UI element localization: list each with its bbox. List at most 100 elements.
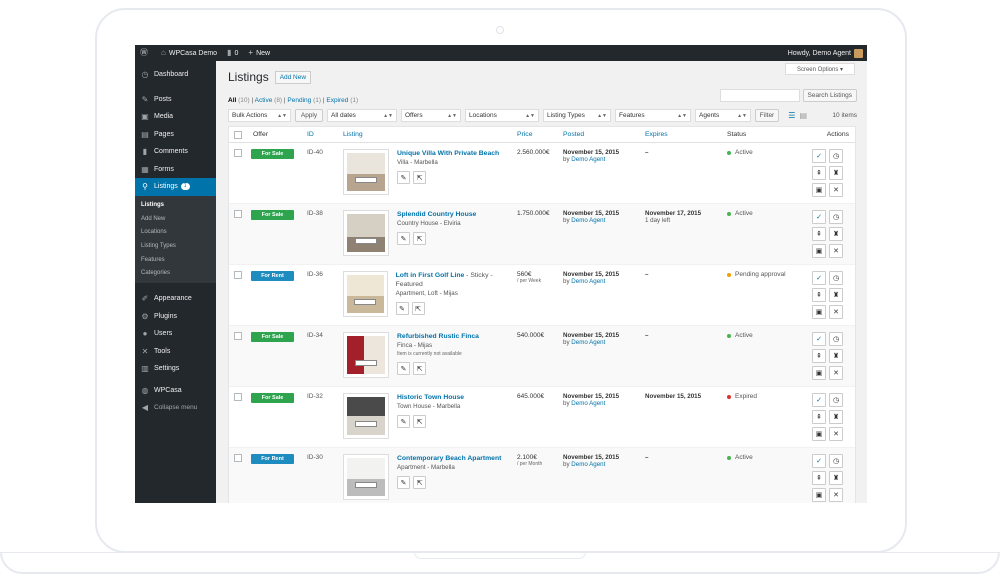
clock-icon[interactable]: ◷ [829, 332, 843, 346]
pin-icon[interactable]: ⇞ [812, 349, 826, 363]
apply-button[interactable]: Apply [295, 109, 323, 122]
dates-select[interactable]: All dates ▲▼ [327, 109, 397, 122]
listing-types-select[interactable]: Listing Types ▲▼ [543, 109, 611, 122]
sidebar-item-comments[interactable]: ▮ Comments [135, 143, 216, 161]
featured-icon[interactable]: ♜ [829, 227, 843, 241]
lock-icon[interactable]: ▣ [812, 305, 826, 319]
listing-thumbnail[interactable] [343, 210, 389, 256]
row-checkbox[interactable] [234, 393, 242, 401]
edit-icon[interactable]: ✎ [395, 302, 409, 315]
filter-button[interactable]: Filter [755, 109, 779, 122]
clock-icon[interactable]: ◷ [829, 271, 843, 285]
excerpt-view-icon[interactable]: ▤ [799, 111, 807, 120]
submenu-item[interactable]: Add New [135, 212, 216, 226]
close-icon[interactable]: ✕ [829, 427, 843, 441]
listing-thumbnail[interactable] [343, 454, 389, 500]
lock-icon[interactable]: ▣ [812, 244, 826, 258]
view-link-expired[interactable]: Expired [326, 97, 348, 104]
view-link-active[interactable]: Active [255, 97, 273, 104]
sidebar-item-wpcasa[interactable]: ◍ WPCasa [135, 382, 216, 400]
sidebar-item-tools[interactable]: ✕ Tools [135, 343, 216, 361]
close-icon[interactable]: ✕ [829, 488, 843, 502]
row-checkbox[interactable] [234, 210, 242, 218]
lock-icon[interactable]: ▣ [812, 488, 826, 502]
listing-thumbnail[interactable] [343, 271, 388, 317]
row-checkbox[interactable] [234, 332, 242, 340]
column-price[interactable]: Price [517, 131, 563, 138]
sidebar-item-plugins[interactable]: ⚙ Plugins [135, 308, 216, 326]
listing-title-link[interactable]: Contemporary Beach Apartment [397, 455, 501, 462]
bulk-actions-select[interactable]: Bulk Actions ▲▼ [228, 109, 291, 122]
add-new-button[interactable]: Add New [274, 70, 312, 84]
account-menu[interactable]: Howdy, Demo Agent [788, 48, 867, 58]
column-id[interactable]: ID [307, 131, 343, 138]
view-link-pending[interactable]: Pending [287, 97, 311, 104]
featured-icon[interactable]: ♜ [829, 410, 843, 424]
site-name-link[interactable]: ⌂ WPCasa Demo [156, 45, 222, 61]
listing-title-link[interactable]: Splendid Country House [397, 211, 476, 218]
listing-title-link[interactable]: Refurbished Rustic Finca [397, 333, 479, 340]
search-input[interactable] [719, 89, 800, 102]
agents-select[interactable]: Agents ▲▼ [695, 109, 751, 122]
submenu-item[interactable]: Listing Types [135, 239, 216, 253]
external-link-icon[interactable]: ⇱ [413, 171, 426, 184]
approve-icon[interactable]: ✓ [812, 149, 826, 163]
new-content-link[interactable]: + New [243, 45, 275, 61]
external-link-icon[interactable]: ⇱ [411, 302, 425, 315]
pin-icon[interactable]: ⇞ [812, 166, 826, 180]
pin-icon[interactable]: ⇞ [812, 288, 826, 302]
lock-icon[interactable]: ▣ [812, 183, 826, 197]
agent-link[interactable]: Demo Agent [571, 461, 605, 468]
edit-icon[interactable]: ✎ [397, 232, 410, 245]
offers-select[interactable]: Offers ▲▼ [401, 109, 461, 122]
close-icon[interactable]: ✕ [829, 244, 843, 258]
agent-link[interactable]: Demo Agent [571, 156, 605, 163]
sidebar-item-dashboard[interactable]: ◷ Dashboard [135, 66, 216, 84]
listing-thumbnail[interactable] [343, 332, 389, 378]
listing-title-link[interactable]: Loft in First Golf Line [396, 272, 465, 279]
pin-icon[interactable]: ⇞ [812, 410, 826, 424]
submenu-item[interactable]: Categories [135, 266, 216, 280]
featured-icon[interactable]: ♜ [829, 288, 843, 302]
agent-link[interactable]: Demo Agent [571, 339, 605, 346]
featured-icon[interactable]: ♜ [829, 349, 843, 363]
sidebar-item-listings[interactable]: ⚲ Listings 1 [135, 178, 216, 196]
features-select[interactable]: Features ▲▼ [615, 109, 691, 122]
submenu-item[interactable]: Listings [135, 199, 216, 213]
close-icon[interactable]: ✕ [829, 305, 843, 319]
listing-thumbnail[interactable] [343, 393, 389, 439]
external-link-icon[interactable]: ⇱ [413, 476, 426, 489]
column-listing[interactable]: Listing [343, 131, 517, 138]
sidebar-item-media[interactable]: ▣ Media [135, 108, 216, 126]
featured-icon[interactable]: ♜ [829, 471, 843, 485]
row-checkbox[interactable] [234, 271, 242, 279]
submenu-item[interactable]: Locations [135, 226, 216, 240]
close-icon[interactable]: ✕ [829, 183, 843, 197]
sidebar-item-settings[interactable]: ▥ Settings [135, 360, 216, 378]
pin-icon[interactable]: ⇞ [812, 227, 826, 241]
view-link-all[interactable]: All [228, 97, 236, 104]
featured-icon[interactable]: ♜ [829, 166, 843, 180]
listing-thumbnail[interactable] [343, 149, 389, 195]
search-listings-button[interactable]: Search Listings [802, 89, 857, 102]
edit-icon[interactable]: ✎ [397, 362, 410, 375]
approve-icon[interactable]: ✓ [812, 210, 826, 224]
clock-icon[interactable]: ◷ [829, 393, 843, 407]
sidebar-item-appearance[interactable]: ✐ Appearance [135, 290, 216, 308]
sidebar-item-forms[interactable]: ▦ Forms [135, 161, 216, 179]
listing-title-link[interactable]: Historic Town House [397, 394, 464, 401]
external-link-icon[interactable]: ⇱ [413, 232, 426, 245]
locations-select[interactable]: Locations ▲▼ [465, 109, 539, 122]
row-checkbox[interactable] [234, 454, 242, 462]
close-icon[interactable]: ✕ [829, 366, 843, 380]
clock-icon[interactable]: ◷ [829, 149, 843, 163]
select-all-checkbox[interactable] [234, 130, 242, 139]
clock-icon[interactable]: ◷ [829, 210, 843, 224]
lock-icon[interactable]: ▣ [812, 366, 826, 380]
approve-icon[interactable]: ✓ [812, 332, 826, 346]
approve-icon[interactable]: ✓ [812, 393, 826, 407]
approve-icon[interactable]: ✓ [812, 454, 826, 468]
agent-link[interactable]: Demo Agent [571, 278, 605, 285]
row-checkbox[interactable] [234, 149, 242, 157]
edit-icon[interactable]: ✎ [397, 171, 410, 184]
